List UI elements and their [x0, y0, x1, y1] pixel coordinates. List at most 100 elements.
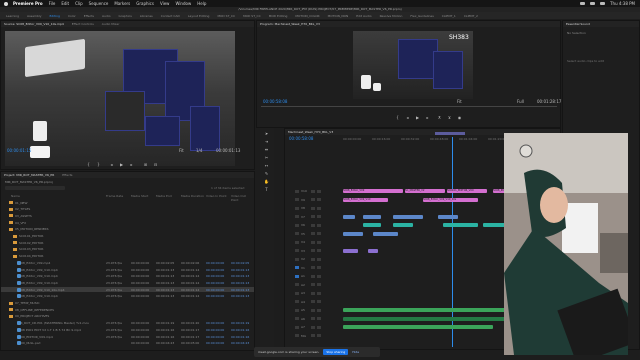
- timeline-clip[interactable]: SC08_Editor_V09_V10_10s: [423, 197, 478, 202]
- track-lock-icon[interactable]: [311, 206, 315, 210]
- step-back-icon[interactable]: ◂: [405, 116, 410, 120]
- track-target-toggle[interactable]: [295, 300, 299, 303]
- workspace-tab[interactable]: Audio: [102, 14, 111, 18]
- pen-tool-icon[interactable]: ✎: [264, 172, 269, 176]
- track-eye-icon[interactable]: [317, 283, 321, 286]
- project-item-row[interactable]: SC00_NULL.psd 00:00:00:00 00:00:04:23 00:00…: [1, 341, 254, 346]
- workspace-tab[interactable]: Graphics: [119, 14, 132, 18]
- project-item-row[interactable]: SC0102_EDITOR: [1, 240, 254, 245]
- timeline-clip[interactable]: [343, 231, 363, 236]
- app-menu[interactable]: Premiere Pro: [13, 1, 43, 6]
- track-lock-icon[interactable]: [311, 291, 315, 295]
- track-target-toggle[interactable]: [295, 334, 299, 337]
- track-lock-icon[interactable]: [311, 240, 315, 244]
- track-target-toggle[interactable]: [295, 189, 299, 193]
- project-item-row[interactable]: 09_PROJECT ARCHIVES: [1, 314, 254, 319]
- timeline-clip[interactable]: SC08_Editor_V09_V10: [343, 197, 388, 202]
- slip-tool-icon[interactable]: ↔: [264, 164, 269, 168]
- menu-graphics[interactable]: Graphics: [136, 1, 154, 6]
- insert-icon[interactable]: ⊞: [143, 163, 148, 167]
- workspace-tab[interactable]: Layout Editing: [188, 14, 210, 18]
- track-eye-icon[interactable]: [317, 317, 321, 320]
- menu-markers[interactable]: Markers: [114, 1, 130, 6]
- menu-file[interactable]: File: [49, 1, 56, 6]
- search-icon[interactable]: [600, 2, 606, 5]
- program-fit-select[interactable]: Fit: [457, 99, 462, 104]
- project-item-row[interactable]: SC0101_EDITOR: [1, 234, 254, 239]
- menu-view[interactable]: View: [160, 1, 170, 6]
- track-lock-icon[interactable]: [311, 283, 315, 286]
- track-header[interactable]: V6: [295, 223, 321, 227]
- col-video-in[interactable]: Video In Point: [206, 194, 227, 198]
- track-target-toggle[interactable]: [295, 249, 299, 252]
- project-item-row[interactable]: 03_ASSETS: [1, 213, 254, 218]
- track-eye-icon[interactable]: [317, 249, 321, 252]
- workspace-tab[interactable]: CLIENT_2: [464, 14, 478, 18]
- timeline-clip[interactable]: [443, 223, 478, 227]
- col-media-end[interactable]: Media End: [156, 194, 172, 198]
- track-target-toggle[interactable]: [295, 206, 299, 210]
- project-item-row[interactable]: SC08_Editor_V09_V10.mp4 23.976 fps 00:00:0…: [1, 294, 254, 299]
- track-header[interactable]: A7: [295, 325, 321, 329]
- workspace-tab[interactable]: Resolve Motion: [380, 14, 403, 18]
- project-item-row[interactable]: SC08_Editor_V09_V10_10s.mp4 23.976 fps 00:…: [1, 287, 254, 293]
- ripple-edit-tool-icon[interactable]: ⇹: [264, 148, 269, 152]
- project-item-row[interactable]: 07_TEMP_MUSIC: [1, 301, 254, 306]
- mark-in-icon[interactable]: {: [395, 116, 400, 120]
- workspace-tab[interactable]: MOTION_COLOR: [295, 14, 319, 18]
- track-header[interactable]: V10: [295, 189, 321, 193]
- wifi-icon[interactable]: [580, 2, 586, 5]
- step-forward-icon[interactable]: ▸: [425, 116, 430, 120]
- track-lock-icon[interactable]: [311, 198, 315, 201]
- timeline-clip[interactable]: [393, 223, 413, 227]
- track-lock-icon[interactable]: [311, 274, 315, 278]
- track-lock-icon[interactable]: [311, 189, 315, 193]
- track-header[interactable]: A3: [295, 291, 321, 295]
- menu-edit[interactable]: Edit: [61, 1, 69, 6]
- tab-program[interactable]: Program: Machinest_Week_H70_BKL_V3: [260, 22, 320, 26]
- mark-out-icon[interactable]: }: [96, 163, 101, 167]
- track-eye-icon[interactable]: [317, 334, 321, 337]
- track-lock-icon[interactable]: [311, 249, 315, 252]
- track-lock-icon[interactable]: [311, 300, 315, 303]
- track-header[interactable]: V4: [295, 240, 321, 244]
- track-target-toggle[interactable]: [295, 274, 299, 278]
- workspace-tab[interactable]: Learning: [6, 14, 19, 18]
- track-header[interactable]: V7: [295, 215, 321, 219]
- workspace-tab[interactable]: MOD Editing: [269, 14, 288, 18]
- track-eye-icon[interactable]: [317, 325, 321, 329]
- track-header[interactable]: A6: [295, 317, 321, 321]
- stop-sharing-button[interactable]: Stop sharing: [323, 349, 349, 355]
- source-timecode[interactable]: 00:00:01:15: [7, 148, 31, 153]
- menu-window[interactable]: Window: [175, 1, 191, 6]
- track-target-toggle[interactable]: [295, 291, 299, 295]
- timeline-clip[interactable]: SC08_Editor_V09: [343, 189, 403, 193]
- extract-icon[interactable]: ⊻: [447, 116, 452, 120]
- track-target-toggle[interactable]: [295, 317, 299, 320]
- track-target-toggle[interactable]: [295, 223, 299, 227]
- hand-tool-icon[interactable]: ✋: [264, 180, 269, 184]
- track-eye-icon[interactable]: [317, 291, 321, 295]
- track-select-tool-icon[interactable]: ⇥: [264, 140, 269, 144]
- track-lock-icon[interactable]: [311, 334, 315, 337]
- track-target-toggle[interactable]: [295, 266, 299, 269]
- timeline-timecode[interactable]: 00:00:58:08: [289, 136, 313, 141]
- track-eye-icon[interactable]: [317, 206, 321, 210]
- workspace-tab[interactable]: CLIENT_1: [442, 14, 456, 18]
- project-item-row[interactable]: SC08 P001 EDIT V2 1.T 1 B 5 72 BC 9.mp4 2…: [1, 327, 254, 332]
- mark-in-icon[interactable]: {: [86, 163, 91, 167]
- col-media-start[interactable]: Media Start: [131, 194, 148, 198]
- track-eye-icon[interactable]: [317, 308, 321, 312]
- track-target-toggle[interactable]: [295, 198, 299, 201]
- workspace-tab[interactable]: Contact CAD: [161, 14, 180, 18]
- track-eye-icon[interactable]: [317, 232, 321, 235]
- razor-tool-icon[interactable]: ✂: [264, 156, 269, 160]
- battery-icon[interactable]: [590, 2, 596, 5]
- workspace-tab[interactable]: Editing: [50, 14, 60, 18]
- track-eye-icon[interactable]: [317, 189, 321, 193]
- selection-tool-icon[interactable]: ➤: [264, 132, 269, 136]
- track-header[interactable]: V1: [295, 266, 321, 270]
- project-item-row[interactable]: 01_NEW: [1, 200, 254, 205]
- track-lock-icon[interactable]: [311, 325, 315, 329]
- track-eye-icon[interactable]: [317, 266, 321, 269]
